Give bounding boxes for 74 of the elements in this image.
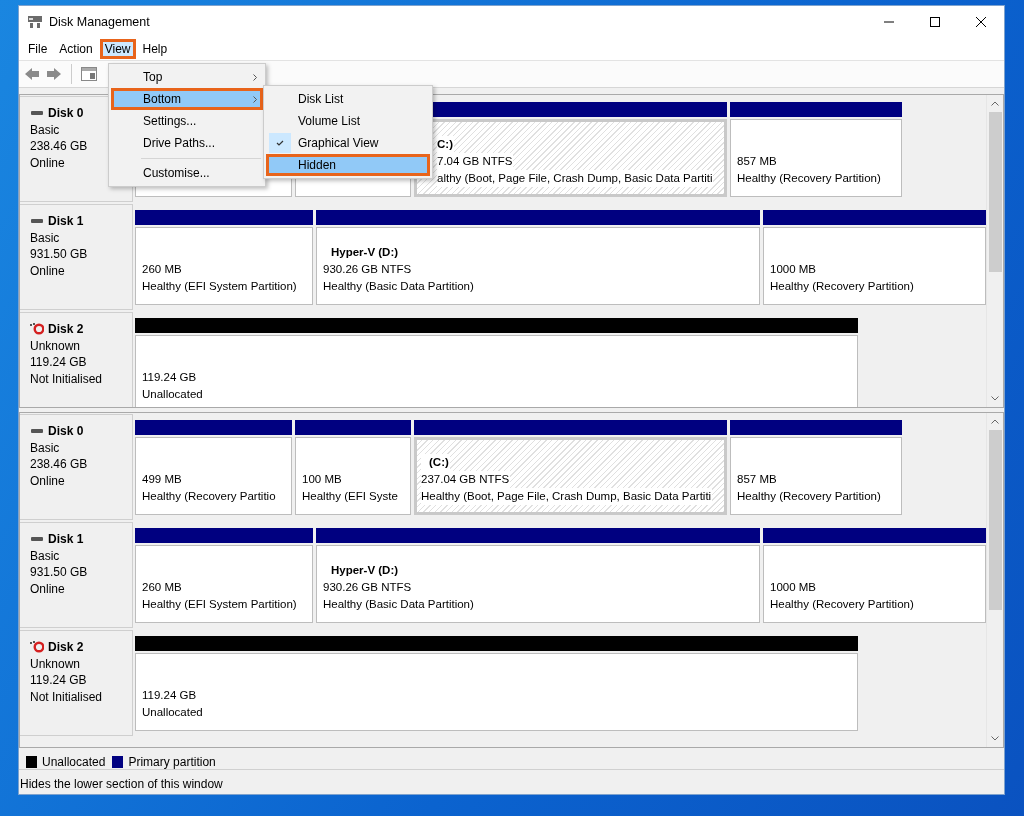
menu-item[interactable]: View xyxy=(99,39,136,59)
arrow-left-icon xyxy=(24,67,40,81)
partition-box[interactable]: 1000 MB Healthy (Recovery Partition) xyxy=(763,227,986,305)
partition-box[interactable]: 857 MB Healthy (Recovery Partition) xyxy=(730,119,902,197)
status-text: Hides the lower section of this window xyxy=(19,776,224,793)
partition-box[interactable]: 119.24 GB Unallocated xyxy=(135,653,858,731)
menu-item[interactable]: File xyxy=(23,39,53,59)
partition-box[interactable]: 100 MB Healthy (EFI Syste xyxy=(295,437,411,515)
disk-status: Online xyxy=(30,262,66,279)
menu-option[interactable]: Top xyxy=(111,66,263,88)
partition-box[interactable]: Hyper-V (D:) 930.26 GB NTFS Healthy (Basic Data Partition) xyxy=(316,227,760,305)
partition-size: 237.04 GB NTFS xyxy=(421,471,511,488)
partition-status: althy (Boot, Page File, Crash Dump, Basic Data Partiti xyxy=(437,170,714,187)
disk-name: Disk 2 xyxy=(48,639,84,656)
chevron-up-icon xyxy=(991,419,999,424)
legend-label: Primary partition xyxy=(128,753,216,771)
maximize-icon xyxy=(930,17,940,27)
window-title: Disk Management xyxy=(49,13,151,31)
partition-box[interactable]: 119.24 GB Unallocated xyxy=(135,335,858,407)
disk-name: Disk 0 xyxy=(48,105,84,122)
partition-volume: C:) xyxy=(437,136,454,153)
partition-box[interactable]: C:) 7.04 GB NTFS althy (Boot, Page File, Crash Dump, Basic Data Partiti xyxy=(414,119,727,197)
menu-item[interactable]: Help xyxy=(137,39,173,59)
partition-box[interactable]: 499 MB Healthy (Recovery Partitio xyxy=(135,437,292,515)
menu-option[interactable]: Settings... xyxy=(111,110,263,132)
disk-type: Unknown xyxy=(30,337,82,354)
menu-option[interactable]: Hidden xyxy=(266,154,430,176)
partition-box[interactable]: 1000 MB Healthy (Recovery Partition) xyxy=(763,545,986,623)
disk-status: Online xyxy=(30,154,66,171)
chevron-up-icon xyxy=(991,101,999,106)
menu-option[interactable]: Customise... xyxy=(111,162,263,184)
disk-warning-icon xyxy=(30,641,44,654)
disk-size: 238.46 GB xyxy=(30,456,89,473)
window-pane-icon xyxy=(81,67,97,81)
scrollbar-thumb[interactable] xyxy=(988,112,1002,272)
disk-warning-icon xyxy=(30,323,44,336)
arrow-right-icon xyxy=(46,67,62,81)
disk-status: Not Initialised xyxy=(30,688,104,705)
disk-status: Not Initialised xyxy=(30,370,104,387)
partition-volume: (C:) xyxy=(421,454,450,471)
partition-box[interactable]: Hyper-V (D:) 930.26 GB NTFS Healthy (Basic Data Partition) xyxy=(316,545,760,623)
disk-name: Disk 1 xyxy=(48,531,84,548)
partition-box[interactable]: 260 MB Healthy (EFI System Partition) xyxy=(135,227,313,305)
disk-type: Unknown xyxy=(30,655,82,672)
partition-box[interactable]: 260 MB Healthy (EFI System Partition) xyxy=(135,545,313,623)
disk-name: Disk 1 xyxy=(48,213,84,230)
chevron-down-icon xyxy=(991,396,999,401)
scrollbar-thumb[interactable] xyxy=(988,430,1002,610)
partition-box[interactable]: (C:) 237.04 GB NTFS Healthy (Boot, Page File, Crash Dump, Basic Data Partiti xyxy=(414,437,727,515)
disk-status: Online xyxy=(30,580,66,597)
legend-label: Unallocated xyxy=(42,753,106,771)
partition-box[interactable]: 857 MB Healthy (Recovery Partition) xyxy=(730,437,902,515)
disk-size: 931.50 GB xyxy=(30,246,89,263)
menu-option[interactable]: Drive Paths... xyxy=(111,132,263,154)
disk-size: 238.46 GB xyxy=(30,138,89,155)
menu-option[interactable]: Bottom xyxy=(111,88,263,110)
menu-item[interactable]: Action xyxy=(54,39,98,59)
partition-status: Healthy (Boot, Page File, Crash Dump, Basic Data Partiti xyxy=(421,488,713,505)
disk-type: Basic xyxy=(30,229,61,246)
partition-size: 7.04 GB NTFS xyxy=(437,153,514,170)
disk-size: 931.50 GB xyxy=(30,564,89,581)
disk-name: Disk 0 xyxy=(48,423,84,440)
disk-size: 119.24 GB xyxy=(30,354,88,371)
disk-type: Basic xyxy=(30,121,61,138)
toolbar-button[interactable] xyxy=(79,65,99,83)
disk-type: Basic xyxy=(30,439,61,456)
disk-type: Basic xyxy=(30,547,61,564)
close-icon xyxy=(976,17,986,27)
disk-status: Online xyxy=(30,472,66,489)
menu-option[interactable]: Disk List xyxy=(266,88,430,110)
drive-icon xyxy=(27,15,43,29)
chevron-down-icon xyxy=(991,736,999,741)
disk-size: 119.24 GB xyxy=(30,672,88,689)
disk-name: Disk 2 xyxy=(48,321,84,338)
